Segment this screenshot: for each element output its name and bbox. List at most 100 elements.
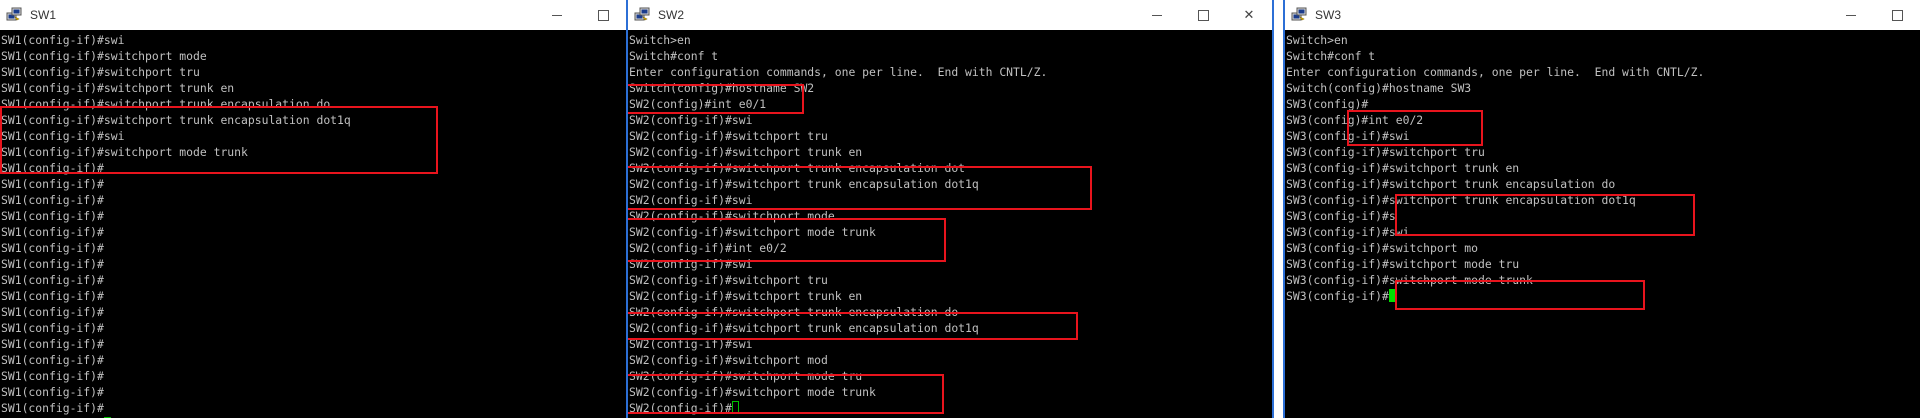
terminal-line: Switch#conf t [629, 48, 1272, 64]
terminal-line: Enter configuration commands, one per li… [629, 64, 1272, 80]
terminal-line-text: SW2(config-if)#switchport mode trunk [629, 385, 876, 399]
terminal-output[interactable]: SW1(config-if)#swi SW1(config-if)#switchp… [0, 30, 626, 418]
terminal-output[interactable]: Switch>en Switch#conf t Enter configuratio… [628, 30, 1272, 418]
terminal-line-text: SW1(config-if)# [1, 241, 104, 255]
terminal-line-text: SW1(config-if)# [1, 337, 104, 351]
terminal-line: SW1(config-if)#switchport mode [1, 48, 626, 64]
terminal-line-text: SW2(config-if)#swi [629, 113, 753, 127]
terminal-line: Switch(config)#hostname SW3 [1286, 80, 1920, 96]
terminal-line: SW1(config-if)# [1, 192, 626, 208]
terminal-line: SW2(config-if)#switchport mode [629, 208, 1272, 224]
cursor-icon [731, 401, 739, 414]
terminal-line: SW1(config-if)# [1, 240, 626, 256]
terminal-line: SW2(config-if)#switchport mode tru [629, 368, 1272, 384]
terminal-line: SW2(config-if)#switchport trunk encapsul… [629, 304, 1272, 320]
terminal-line-text: SW3(config)#int e0/2 [1286, 113, 1424, 127]
close-icon[interactable]: ✕ [1226, 0, 1272, 30]
terminal-line-text: Enter configuration commands, one per li… [1286, 65, 1705, 79]
terminal-line-text: SW1(config-if)# [1, 401, 104, 415]
terminal-line-text: SW3(config-if)#switchport trunk en [1286, 161, 1520, 175]
terminal-window-sw1[interactable]: SW1 SW1(config-if)#swi SW1(config-if)#swi… [0, 0, 626, 418]
terminal-line: SW3(config-if)#switchport mo [1286, 240, 1920, 256]
terminal-line: SW2(config-if)#int e0/2 [629, 240, 1272, 256]
terminal-line-text: SW2(config-if)#switchport tru [629, 273, 828, 287]
terminal-window-sw3[interactable]: SW3 Switch>en Switch#conf t Enter configur… [1283, 0, 1920, 418]
terminal-line: SW2(config-if)#swi [629, 112, 1272, 128]
terminal-line: SW1(config-if)# [1, 208, 626, 224]
terminal-line: SW1(config-if)# [1, 304, 626, 320]
title-bar-sw3[interactable]: SW3 [1285, 0, 1920, 30]
terminal-line: SW2(config-if)#switchport trunk en [629, 288, 1272, 304]
title-bar-sw1[interactable]: SW1 [0, 0, 626, 30]
terminal-line: Switch(config)#hostname SW2 [629, 80, 1272, 96]
terminal-line: Switch>en [629, 32, 1272, 48]
terminal-line: SW1(config-if)#switchport tru [1, 64, 626, 80]
window-title: SW2 [658, 8, 685, 22]
terminal-line-text: Switch#conf t [629, 49, 719, 63]
terminal-line: SW2(config-if)#switchport mode trunk [629, 384, 1272, 400]
minimize-icon[interactable] [1134, 0, 1180, 30]
putty-icon[interactable] [634, 7, 650, 23]
terminal-line-text: SW1(config-if)# [1, 161, 104, 175]
terminal-line: SW2(config-if)#switchport trunk encapsul… [629, 160, 1272, 176]
terminal-line-text: SW2(config-if)# [629, 401, 732, 415]
terminal-line-text: SW1(config-if)#switchport mode trunk [1, 145, 248, 159]
terminal-line-text: SW2(config-if)#switchport trunk en [629, 289, 863, 303]
terminal-line-text: SW3(config-if)#switchport mo [1286, 241, 1479, 255]
terminal-line-text: SW1(config-if)#switchport trunk en [1, 81, 235, 95]
terminal-line: SW3(config-if)#s [1286, 208, 1920, 224]
terminal-line-text: SW3(config-if)#swi [1286, 225, 1410, 239]
terminal-line-text: SW3(config-if)#switchport mode tru [1286, 257, 1520, 271]
maximize-icon[interactable] [1180, 0, 1226, 30]
terminal-line-text: SW2(config-if)#swi [629, 193, 753, 207]
terminal-line-text: SW1(config-if)# [1, 209, 104, 223]
terminal-line-text: SW3(config-if)#switchport trunk encapsul… [1286, 177, 1616, 191]
terminal-line: SW3(config)# [1286, 96, 1920, 112]
terminal-output[interactable]: Switch>en Switch#conf t Enter configuratio… [1285, 30, 1920, 418]
terminal-line-text: Switch(config)#hostname SW2 [629, 81, 815, 95]
terminal-line: SW1(config-if)# [1, 224, 626, 240]
terminal-line: SW1(config-if)# [1, 256, 626, 272]
terminal-line: SW2(config-if)#switchport tru [629, 128, 1272, 144]
terminal-line: SW1(config-if)# [1, 272, 626, 288]
terminal-line: SW3(config-if)#swi [1286, 224, 1920, 240]
terminal-line: SW3(config)#int e0/2 [1286, 112, 1920, 128]
terminal-line-text: SW1(config-if)#swi [1, 129, 125, 143]
terminal-line-text: Switch#conf t [1286, 49, 1376, 63]
minimize-icon[interactable] [1828, 0, 1874, 30]
terminal-line-text: SW1(config-if)# [1, 257, 104, 271]
terminal-line: SW1(config-if)#switchport trunk en [1, 80, 626, 96]
terminal-line-text: SW2(config)#int e0/1 [629, 97, 767, 111]
putty-icon[interactable] [6, 7, 22, 23]
terminal-line: SW1(config-if)# [1, 176, 626, 192]
terminal-line-text: Switch>en [629, 33, 691, 47]
terminal-line: SW1(config-if)# [1, 352, 626, 368]
terminal-line: SW1(config-if)# [1, 400, 626, 416]
terminal-line: SW1(config-if)#swi [1, 32, 626, 48]
terminal-line-text: SW1(config-if)# [1, 305, 104, 319]
terminal-line-text: SW1(config-if)#switchport trunk encapsul… [1, 113, 351, 127]
terminal-line-text: SW2(config-if)#switchport mode trunk [629, 225, 876, 239]
terminal-line: SW2(config-if)#switchport trunk encapsul… [629, 176, 1272, 192]
terminal-line: SW1(config-if)# [1, 160, 626, 176]
putty-icon[interactable] [1291, 7, 1307, 23]
terminal-line-text: SW3(config)# [1286, 97, 1369, 111]
terminal-window-sw2[interactable]: SW2 ✕ Switch>en Switch#conf t Enter config… [626, 0, 1274, 418]
terminal-line-text: SW1(config-if)# [1, 225, 104, 239]
window-title: SW3 [1315, 8, 1342, 22]
minimize-icon[interactable] [534, 0, 580, 30]
terminal-line: SW2(config-if)#swi [629, 192, 1272, 208]
maximize-icon[interactable] [580, 0, 626, 30]
maximize-icon[interactable] [1874, 0, 1920, 30]
terminal-line: SW1(config-if)# [1, 384, 626, 400]
terminal-line-text: SW3(config-if)#switchport mode trunk [1286, 273, 1533, 287]
title-bar-sw2[interactable]: SW2 ✕ [628, 0, 1272, 30]
terminal-line-text: SW1(config-if)# [1, 321, 104, 335]
terminal-line-text: SW2(config-if)#switchport trunk encapsul… [629, 305, 959, 319]
terminal-line: SW2(config-if)# [629, 400, 1272, 416]
terminal-line-text: SW1(config-if)# [1, 353, 104, 367]
terminal-line: Switch>en [1286, 32, 1920, 48]
terminal-line-text: Switch>en [1286, 33, 1348, 47]
desktop: SW1 SW1(config-if)#swi SW1(config-if)#swi… [0, 0, 1920, 418]
terminal-line-text: SW2(config-if)#int e0/2 [629, 241, 787, 255]
